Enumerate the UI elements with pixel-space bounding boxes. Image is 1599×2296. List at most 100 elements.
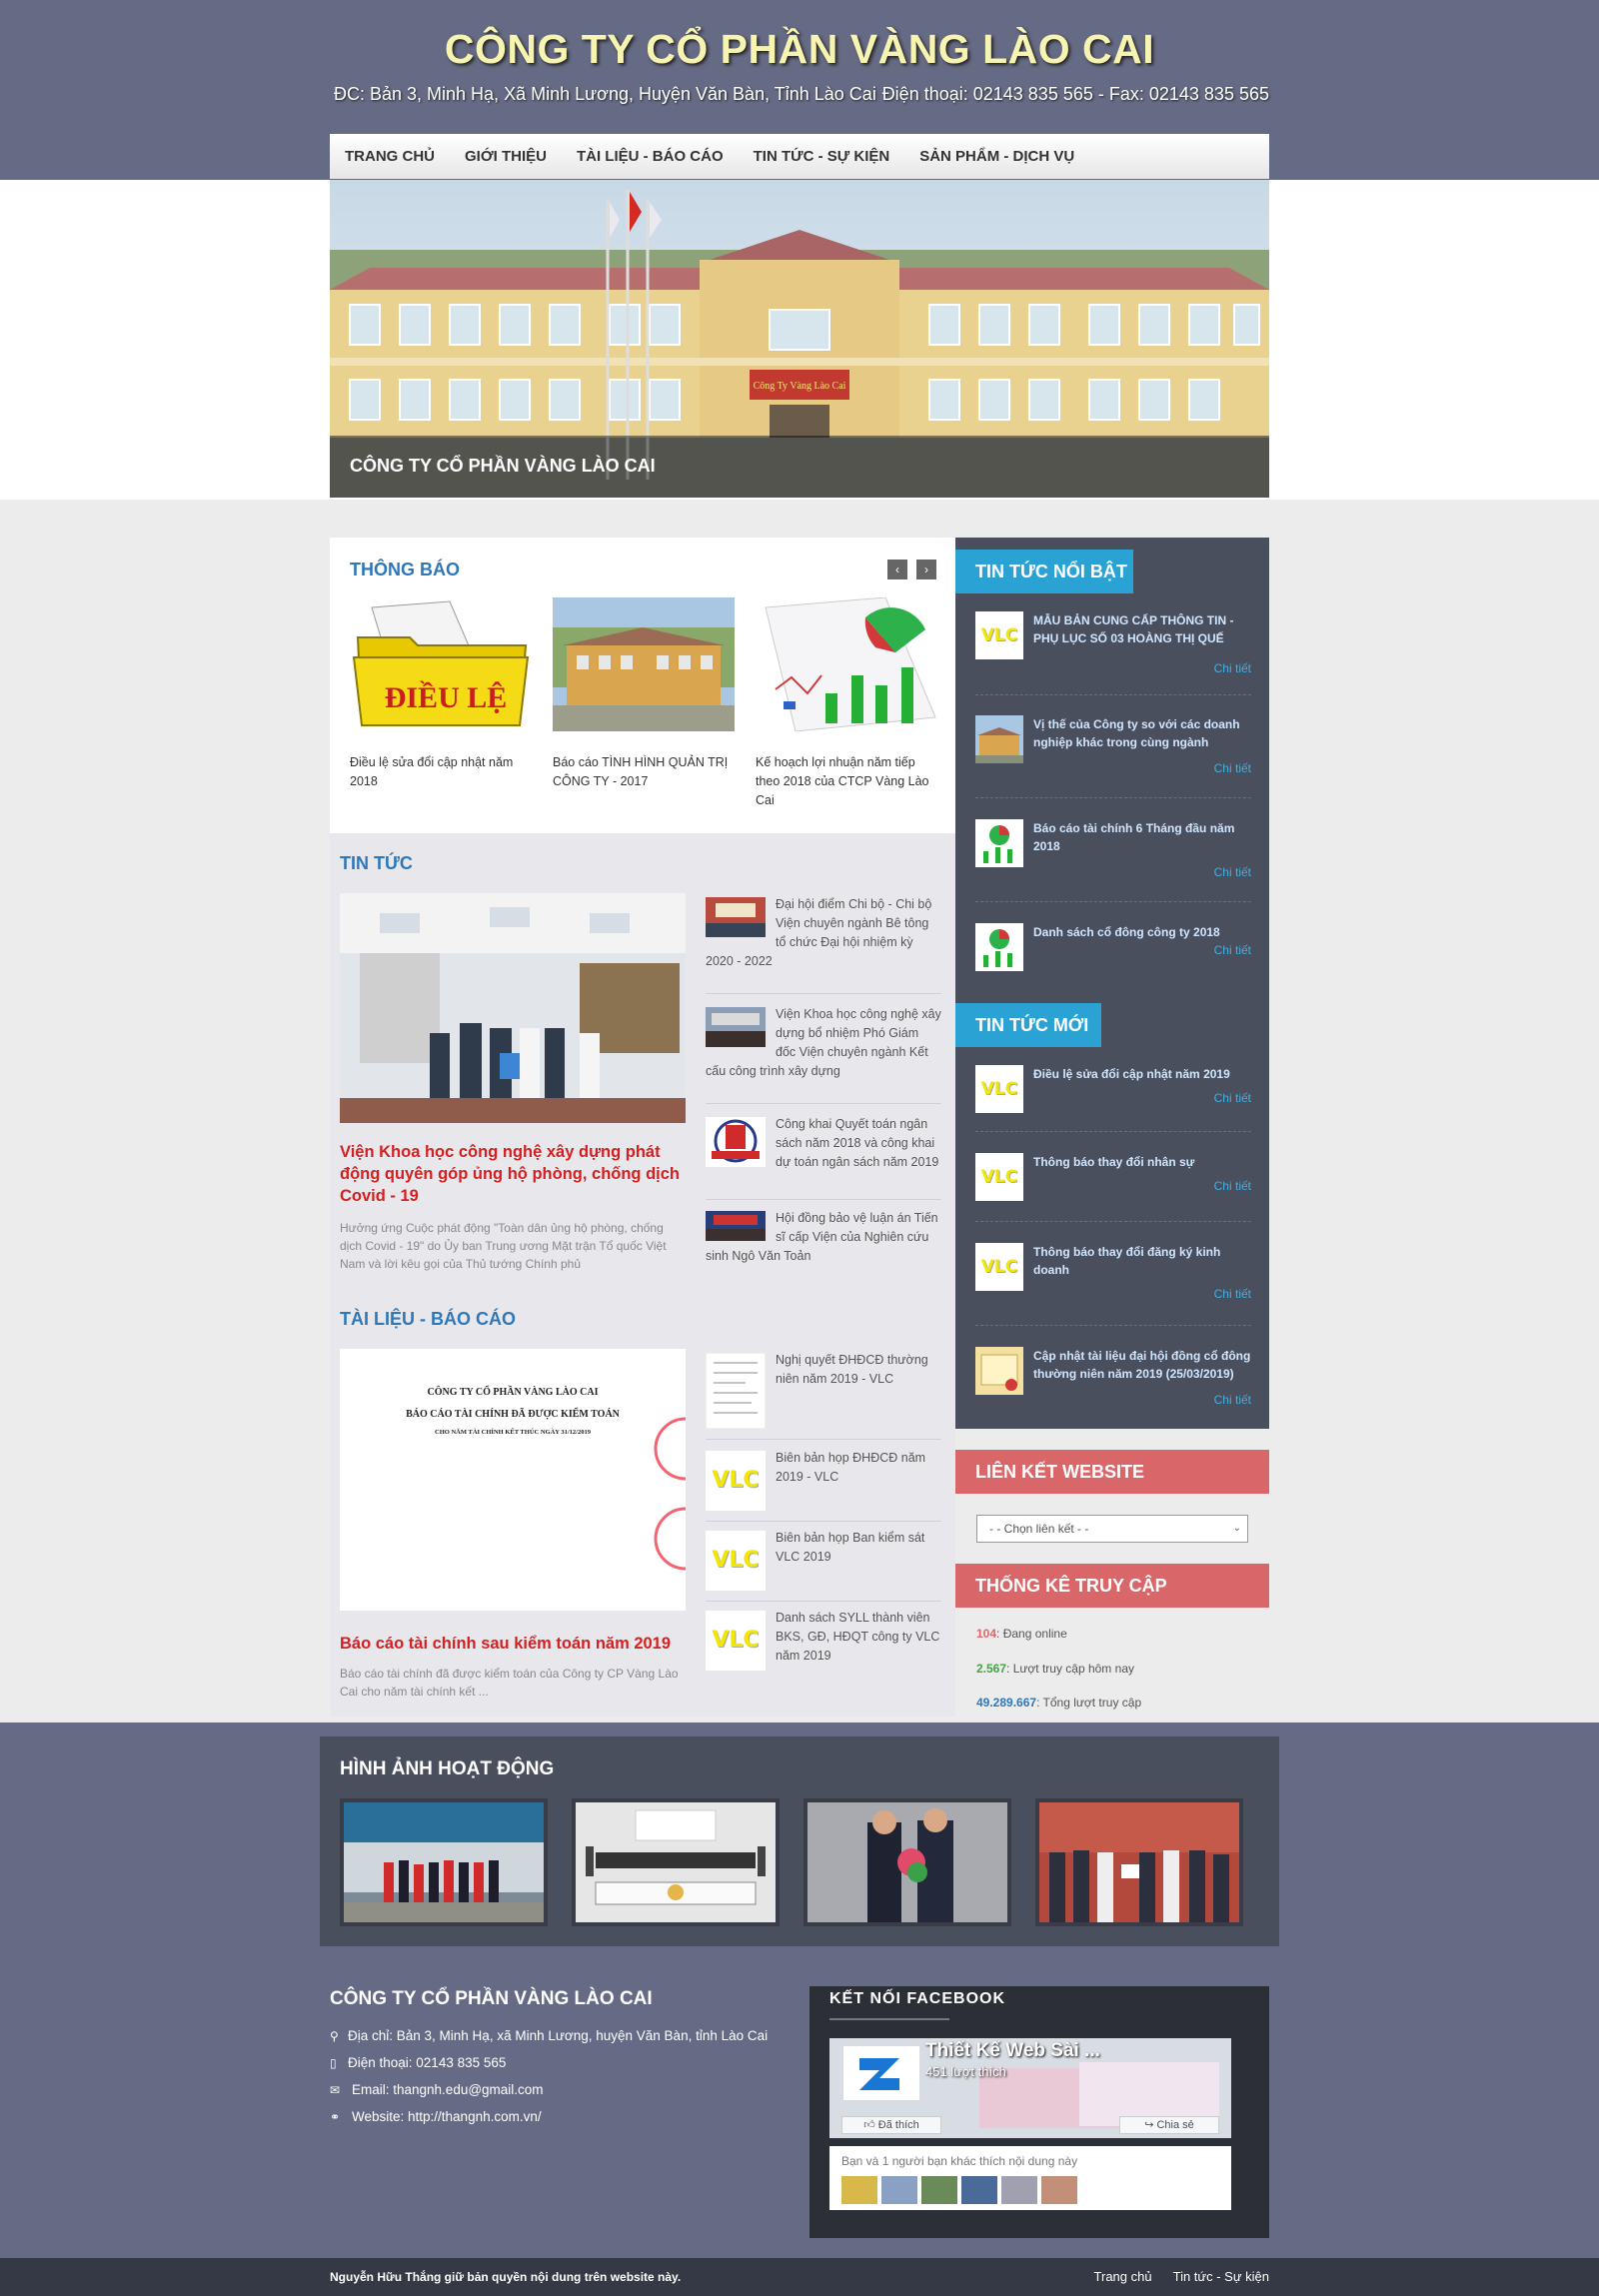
doc-side-item[interactable]: VLC Biên bản họp ĐHĐCĐ năm 2019 - VLC: [706, 1449, 941, 1511]
featured-item-title[interactable]: Danh sách cổ đông công ty 2018: [1033, 923, 1253, 941]
latest-item[interactable]: Cập nhật tài liệu đại hội đồng cổ đông t…: [975, 1347, 1251, 1417]
latest-item-title[interactable]: Thông báo thay đổi nhân sự: [1033, 1153, 1253, 1171]
gallery-photo[interactable]: [340, 1798, 548, 1926]
facebook-liked-label: Đã thích: [877, 2119, 919, 2131]
featured-item[interactable]: Vị thế của Công ty so với các doanh nghi…: [975, 715, 1251, 785]
gallery-photo[interactable]: [803, 1798, 1011, 1926]
facebook-title: KẾT NỐI FACEBOOK: [829, 1990, 1006, 2007]
vlc-logo-thumb: VLC: [975, 1153, 1023, 1201]
latest-more-link[interactable]: Chi tiết: [1214, 1393, 1251, 1407]
vlc-logo-text: VLC: [975, 1243, 1023, 1291]
facebook-likes: 451 lượt thích: [925, 2064, 1006, 2079]
right-sidebar: TIN TỨC NỔI BẬT VLC MẪU BẢN CUNG CẤP THÔ…: [955, 538, 1269, 1429]
vlc-logo-thumb: VLC: [975, 1065, 1023, 1113]
announcement-item[interactable]: Kế hoạch lợi nhuận năm tiếp theo 2018 củ…: [756, 597, 937, 810]
doc-side-item[interactable]: VLC Danh sách SYLL thành viên BKS, GĐ, H…: [706, 1609, 941, 1671]
featured-news-tab[interactable]: TIN TỨC NỔI BẬT: [955, 550, 1133, 593]
doc-side-title[interactable]: Biên bản họp Ban kiểm sát VLC 2019: [776, 1531, 924, 1564]
nav-about[interactable]: GIỚI THIỆU: [450, 134, 562, 179]
nav-home[interactable]: TRANG CHỦ: [330, 134, 450, 179]
announcements-next-button[interactable]: ›: [916, 560, 936, 579]
footer-email: ✉ Email: thangnh.edu@gmail.com: [330, 2082, 544, 2097]
facebook-liked-button[interactable]: 👍︎ Đã thích: [841, 2116, 941, 2134]
featured-more-link[interactable]: Chi tiết: [1214, 661, 1251, 675]
copyright-bar: Nguyễn Hữu Thắng giữ bản quyền nội dung …: [0, 2258, 1599, 2296]
gallery-photo[interactable]: [1035, 1798, 1243, 1926]
footer-email-text[interactable]: Email: thangnh.edu@gmail.com: [352, 2082, 544, 2097]
latest-more-link[interactable]: Chi tiết: [1214, 1091, 1251, 1105]
featured-item-title[interactable]: MẪU BẢN CUNG CẤP THÔNG TIN - PHỤ LỤC SỐ …: [1033, 611, 1253, 647]
documents-main-title[interactable]: Báo cáo tài chính sau kiểm toán năm 2019: [340, 1633, 686, 1655]
facebook-share-button[interactable]: ↪ Chia sẻ: [1119, 2116, 1219, 2134]
latest-news-tab[interactable]: TIN TỨC MỚI: [955, 1003, 1101, 1047]
vlc-logo-thumb: VLC: [975, 1243, 1023, 1291]
news-side-item[interactable]: Viện Khoa học công nghệ xây dựng bổ nhiệ…: [706, 1005, 941, 1081]
announcements-prev-button[interactable]: ‹: [887, 560, 907, 579]
latest-item-title[interactable]: Thông báo thay đổi đăng ký kinh doanh: [1033, 1243, 1253, 1279]
nav-news[interactable]: TIN TỨC - SỰ KIỆN: [739, 134, 905, 179]
stat-total-label: : Tổng lượt truy cập: [1036, 1696, 1142, 1710]
latest-item[interactable]: VLC Thông báo thay đổi đăng ký kinh doan…: [975, 1243, 1251, 1313]
chevron-down-icon: ⌄: [1232, 1523, 1241, 1534]
nav-documents[interactable]: TÀI LIỆU - BÁO CÁO: [562, 134, 739, 179]
header-phone: Điện thoại: 02143 835 565 - Fax: 02143 8…: [881, 84, 1269, 104]
divider: [975, 1221, 1251, 1222]
doc-side-title[interactable]: Biên bản họp ĐHĐCĐ năm 2019 - VLC: [776, 1451, 925, 1484]
featured-item[interactable]: Báo cáo tài chính 6 Tháng đầu năm 2018 C…: [975, 819, 1251, 889]
divider: [706, 1521, 941, 1522]
latest-item-title[interactable]: Điều lệ sửa đổi cập nhật năm 2019: [1033, 1065, 1253, 1083]
featured-item-title[interactable]: Báo cáo tài chính 6 Tháng đầu năm 2018: [1033, 819, 1253, 855]
featured-more-link[interactable]: Chi tiết: [1214, 865, 1251, 879]
documents-section: TÀI LIỆU - BÁO CÁO CÔNG TY CỔ PHẦN VÀNG …: [330, 1289, 955, 1709]
news-side-item[interactable]: Hội đồng bảo vệ luận án Tiến sĩ cấp Viện…: [706, 1209, 941, 1266]
doc-side-item[interactable]: VLC Biên bản họp Ban kiểm sát VLC 2019: [706, 1529, 941, 1591]
documents-main-image[interactable]: CÔNG TY CỔ PHẦN VÀNG LÀO CAI BÁO CÁO TÀI…: [340, 1349, 686, 1611]
news-main-title[interactable]: Viện Khoa học công nghệ xây dựng phát độ…: [340, 1141, 686, 1207]
divider: [975, 694, 1251, 695]
latest-more-link[interactable]: Chi tiết: [1214, 1287, 1251, 1301]
announcement-caption[interactable]: Kế hoạch lợi nhuận năm tiếp theo 2018 củ…: [756, 753, 937, 810]
latest-more-link[interactable]: Chi tiết: [1214, 1179, 1251, 1193]
announcement-caption[interactable]: Điều lệ sửa đổi cập nhật năm 2018: [350, 753, 532, 791]
news-side-title[interactable]: Công khai Quyết toán ngân sách năm 2018 …: [776, 1117, 938, 1169]
announcement-caption[interactable]: Báo cáo TÌNH HÌNH QUẢN TRỊ CÔNG TY - 201…: [553, 753, 735, 791]
announcement-item[interactable]: ĐIỀU LỆ Điều lệ sửa đổi cập nhật năm 201…: [350, 597, 532, 791]
news-side-item[interactable]: Công khai Quyết toán ngân sách năm 2018 …: [706, 1115, 941, 1172]
link-icon: ⚭: [330, 2109, 341, 2124]
featured-more-link[interactable]: Chi tiết: [1214, 943, 1251, 957]
stat-total: 49.289.667: Tổng lượt truy cập: [976, 1696, 1141, 1710]
site-title[interactable]: CÔNG TY CỔ PHẦN VÀNG LÀO CAI: [330, 26, 1269, 73]
featured-more-link[interactable]: Chi tiết: [1214, 761, 1251, 775]
facebook-page-name[interactable]: Thiết Kế Web Sài ...: [925, 2040, 1100, 2062]
banner-image[interactable]: Công Ty Vàng Lào Cai CÔNG TY CỔ PHẦN VÀN…: [330, 180, 1269, 498]
footer-website: ⚭ Website: http://thangnh.com.vn/: [330, 2109, 542, 2124]
doc-side-title[interactable]: Nghị quyết ĐHĐCĐ thường niên năm 2019 - …: [776, 1353, 928, 1386]
nav-products[interactable]: SẢN PHẨM - DỊCH VỤ: [904, 134, 1089, 179]
facebook-friends-text: Bạn và 1 người bạn khác thích nội dung n…: [841, 2154, 1078, 2168]
footer-link-news[interactable]: Tin tức - Sự kiện: [1173, 2269, 1269, 2284]
latest-item-title[interactable]: Cập nhật tài liệu đại hội đồng cổ đông t…: [1033, 1347, 1253, 1383]
news-main-image[interactable]: [340, 893, 686, 1123]
featured-item[interactable]: VLC MẪU BẢN CUNG CẤP THÔNG TIN - PHỤ LỤC…: [975, 611, 1251, 681]
announcements-box: THÔNG BÁO ‹ › ĐIỀU LỆ Điều lệ sửa đổi cậ…: [330, 538, 955, 833]
footer-website-text[interactable]: Website: http://thangnh.com.vn/: [352, 2109, 542, 2124]
gallery-photo[interactable]: [572, 1798, 780, 1926]
footer-link-home[interactable]: Trang chủ: [1094, 2269, 1152, 2284]
news-side-item[interactable]: Đại hội điểm Chi bộ - Chi bộ Viện chuyên…: [706, 895, 941, 971]
facebook-share-label: Chia sẻ: [1156, 2119, 1194, 2131]
news-title: TIN TỨC: [340, 853, 413, 873]
news-side-thumb: [706, 897, 766, 937]
featured-item[interactable]: Danh sách cổ đông công ty 2018 Chi tiết: [975, 923, 1251, 983]
announcement-item[interactable]: Báo cáo TÌNH HÌNH QUẢN TRỊ CÔNG TY - 201…: [553, 597, 735, 791]
news-side-thumb: [706, 1007, 766, 1047]
divider: [975, 797, 1251, 798]
latest-item[interactable]: VLC Thông báo thay đổi nhân sự Chi tiết: [975, 1153, 1251, 1213]
doc-side-thumb: [706, 1353, 766, 1429]
featured-item-title[interactable]: Vị thế của Công ty so với các doanh nghi…: [1033, 715, 1253, 751]
divider: [975, 901, 1251, 902]
doc-side-title[interactable]: Danh sách SYLL thành viên BKS, GĐ, HĐQT …: [776, 1611, 939, 1663]
facebook-page-box[interactable]: Thiết Kế Web Sài ... 451 lượt thích 👍︎ Đ…: [829, 2038, 1231, 2138]
doc-side-item[interactable]: Nghị quyết ĐHĐCĐ thường niên năm 2019 - …: [706, 1351, 941, 1429]
links-dropdown[interactable]: - - Chọn liên kết - - ⌄: [976, 1515, 1248, 1543]
latest-item[interactable]: VLC Điều lệ sửa đổi cập nhật năm 2019 Ch…: [975, 1065, 1251, 1125]
